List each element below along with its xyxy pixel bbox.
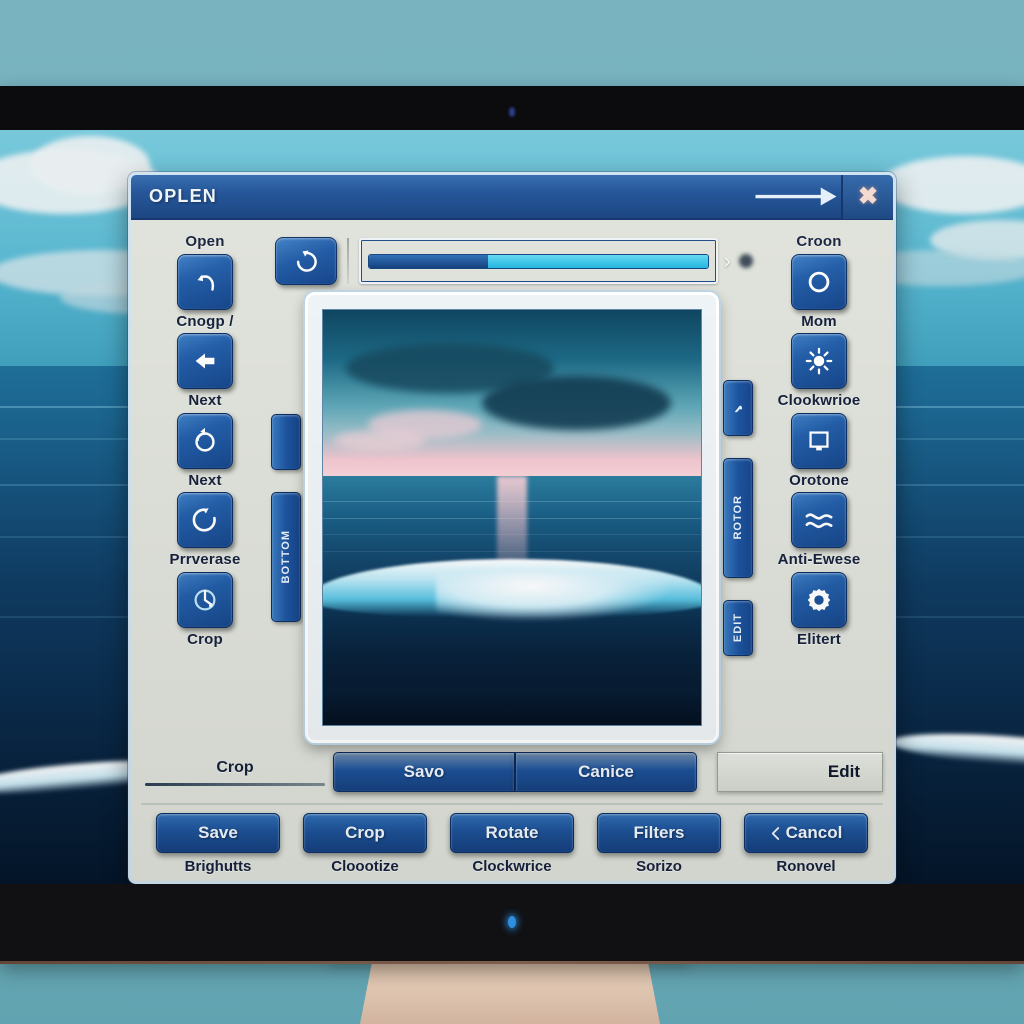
brightness-sun-icon-button[interactable] [791,333,847,389]
right-item-label-2: Clookwrioe [777,392,861,409]
image-preview-frame[interactable] [305,292,719,743]
save-cancel-group: Savo Canice [333,752,697,792]
redo-arrow-icon-button[interactable] [177,253,233,310]
right-toolbar: Croon Mom Clookwrioe Orotone Anti-Ewese … [755,230,883,743]
power-led-icon [508,916,516,928]
vtab-right-0[interactable]: ✔ [723,379,753,436]
left-item-label-1: Cnogp / [176,312,234,330]
arrow-right-icon[interactable] [751,175,841,219]
cloud-icon [880,156,1024,214]
app-window: OPLEN ✖ Open Cnogp / Next Next Prrverase… [128,172,896,884]
preview-image [322,309,702,726]
slider-fill [369,254,488,268]
bottom-cell-rotate: Rotate Clockwrice [443,813,581,875]
bottom-save-label: Save [198,823,238,842]
arrow-left-icon-button[interactable] [177,333,233,389]
vtab-right-edit[interactable]: EDIT [723,599,753,656]
preview-row: BOTTOM ✔ ROTOR EDIT [271,292,753,743]
left-item-label-5: Crop [187,630,223,648]
progress-slider[interactable] [359,238,718,284]
left-item-label-3: Next [188,471,222,489]
rotate-cw-icon-button[interactable] [275,237,337,285]
crop-section: Crop [145,759,325,786]
gear-icon-button[interactable] [791,571,847,628]
left-item-label-0: Open [185,233,225,250]
wave-foam [889,728,1024,772]
bottom-rotate-label: Rotate [485,823,539,842]
slider-remainder [487,254,708,268]
left-item-label-4: Prrverase [169,551,241,568]
right-item-label-3: Orotone [789,471,849,489]
bottom-crop-label: Crop [345,823,385,842]
window-body: Open Cnogp / Next Next Prrverase Crop › … [131,220,893,881]
slider-dot-handle[interactable] [739,254,753,268]
refresh-circle-icon-button[interactable] [177,492,233,548]
circle-icon-button[interactable] [791,253,847,310]
bottom-crop-button[interactable]: Crop [303,813,427,853]
vtab-left-0[interactable] [271,413,301,470]
preview-wave-crest [436,571,671,622]
vtab-right-rotor[interactable]: ROTOR [723,457,753,578]
bottom-rotate-button[interactable]: Rotate [450,813,574,853]
waves-icon-button[interactable] [791,492,847,548]
center-panel: › BOTTOM ✔ ROTOR EDIT [269,230,755,743]
preview-cloud [481,376,671,431]
save-button[interactable]: Savo [333,752,515,792]
left-item-label-2: Next [188,392,222,409]
bottom-save-button[interactable]: Save [156,813,280,853]
monitor-stand [360,962,660,1024]
window-upper-area: Open Cnogp / Next Next Prrverase Crop › … [141,230,883,743]
toolbar-divider [347,238,349,284]
bottom-button-bar: Save Brighutts Crop Cloootize Rotate Clo… [141,803,883,875]
close-button[interactable]: ✖ [841,175,893,219]
screenshot-scene: OPLEN ✖ Open Cnogp / Next Next Prrverase… [0,0,1024,1024]
bottom-cell-crop: Crop Cloootize [296,813,434,875]
window-title: OPLEN [149,186,218,206]
bottom-filters-label: Filters [633,823,685,842]
bottom-cancel-button[interactable]: Cancol [744,813,868,853]
preview-cloud [334,430,426,452]
slider-track[interactable] [368,253,709,269]
chevron-left-icon [771,826,779,840]
crop-frame-icon-button[interactable] [791,412,847,469]
bottom-cancel-label: Cancol [785,823,843,842]
left-vertical-tabs: BOTTOM [271,292,301,743]
bottom-save-caption: Brighutts [184,858,252,875]
right-item-label-4: Anti-Ewese [777,551,861,568]
rotate-dial-icon-button[interactable] [177,571,233,628]
right-item-label-1: Mom [801,312,837,330]
bottom-filters-button[interactable]: Filters [597,813,721,853]
left-toolbar: Open Cnogp / Next Next Prrverase Crop [141,230,269,743]
right-vertical-tabs: ✔ ROTOR EDIT [723,292,753,743]
window-titlebar[interactable]: OPLEN ✖ [131,175,893,220]
action-row: Crop Savo Canice Edit [141,749,883,795]
right-item-label-0: Croon [796,233,842,250]
cancel-button[interactable]: Canice [515,752,697,792]
right-item-label-5: Elitert [797,630,841,648]
bottom-rotate-caption: Clockwrice [472,858,552,875]
bottom-cell-cancel: Cancol Ronovel [737,813,875,875]
toolbar-row: › [271,230,753,292]
bottom-crop-caption: Cloootize [331,858,399,875]
chevron-right-icon[interactable]: › [724,250,731,272]
vtab-left-bottom[interactable]: BOTTOM [271,491,301,622]
edit-button[interactable]: Edit [717,752,883,792]
bottom-cell-filters: Filters Sorizo [590,813,728,875]
bottom-cell-save: Save Brighutts [149,813,287,875]
crop-label: Crop [216,758,254,776]
rotate-ccw-circle-icon-button[interactable] [177,412,233,469]
webcam-icon [509,107,515,117]
bottom-filters-caption: Sorizo [636,858,682,875]
crop-divider [145,782,325,786]
preview-foreground-water [323,617,701,725]
bottom-cancel-caption: Ronovel [776,858,836,875]
progress-slider-group[interactable]: › [359,238,753,284]
